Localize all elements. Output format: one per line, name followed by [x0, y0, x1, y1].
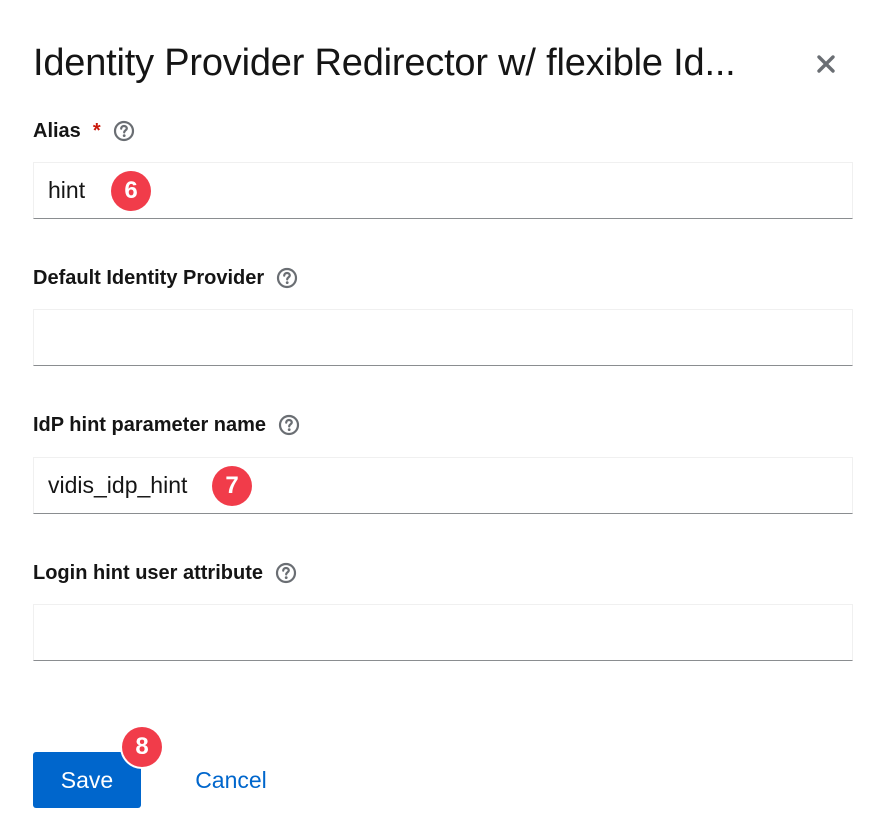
- default-idp-label-group: Default Identity Provider: [33, 264, 298, 292]
- cancel-button[interactable]: Cancel: [174, 752, 288, 808]
- idp-hint-input[interactable]: [33, 457, 853, 514]
- default-idp-label: Default Identity Provider: [33, 267, 265, 289]
- login-hint-label-group: Login hint user attribute: [33, 559, 297, 587]
- default-idp-input[interactable]: [33, 309, 853, 366]
- close-button[interactable]: [808, 46, 844, 82]
- save-button[interactable]: Save: [33, 752, 141, 808]
- step-badge-7: 7: [212, 466, 252, 506]
- close-icon: [817, 55, 835, 73]
- help-icon[interactable]: [113, 120, 135, 142]
- help-icon[interactable]: [278, 414, 300, 436]
- step-badge-6: 6: [111, 171, 151, 211]
- configure-step-dialog: Identity Provider Redirector w/ flexible…: [0, 0, 886, 838]
- login-hint-input[interactable]: [33, 604, 853, 661]
- dialog-title: Identity Provider Redirector w/ flexible…: [33, 42, 736, 84]
- help-icon[interactable]: [276, 267, 298, 289]
- login-hint-label: Login hint user attribute: [33, 562, 263, 584]
- idp-hint-label: IdP hint parameter name: [33, 414, 267, 436]
- step-badge-8: 8: [122, 727, 162, 767]
- help-icon[interactable]: [275, 562, 297, 584]
- idp-hint-label-group: IdP hint parameter name: [33, 411, 300, 439]
- alias-input[interactable]: [33, 162, 853, 219]
- required-marker: *: [92, 120, 101, 142]
- alias-label-group: Alias *: [33, 117, 135, 145]
- alias-label: Alias: [33, 120, 81, 142]
